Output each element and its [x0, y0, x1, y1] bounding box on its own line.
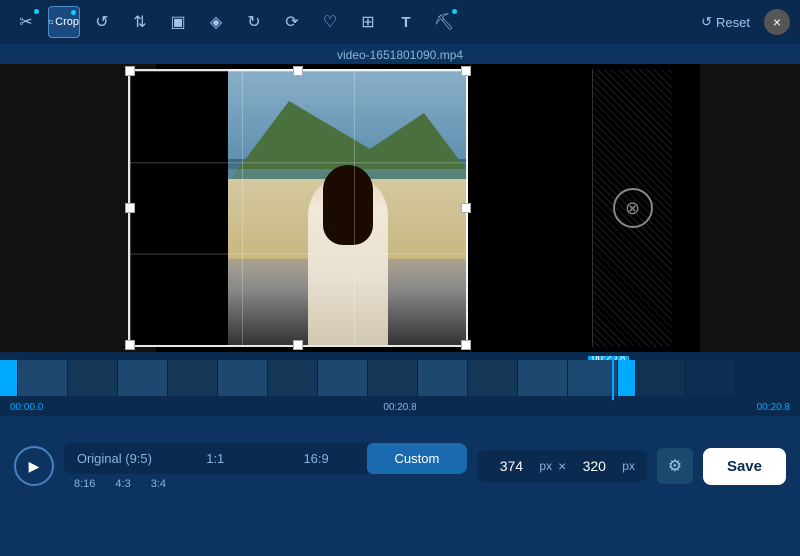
width-input[interactable]: [489, 458, 533, 474]
crop-icon: [49, 14, 53, 30]
timeline-thumb-7: [318, 360, 368, 396]
bottom-controls: ▶ Original (9:5) 1:1 16:9 Custom 8:16 4:…: [0, 416, 800, 516]
audio-tool-btn[interactable]: ◈: [200, 6, 232, 38]
crop-label: Crop: [55, 16, 79, 28]
audio-icon: ◈: [210, 12, 222, 32]
flip-icon: ⇅: [133, 12, 146, 32]
timeline-thumb-3: [118, 360, 168, 396]
undo-icon: ↺: [95, 12, 108, 32]
filename-bar: video-1651801090.mp4: [0, 44, 800, 64]
cut-dot: [34, 9, 39, 14]
flip-tool-btn[interactable]: ⇅: [124, 6, 156, 38]
preset-original-label: Original (9:5): [77, 451, 152, 466]
time-mid: 00:20.8: [383, 402, 416, 413]
reset-label: Reset: [716, 15, 750, 30]
timeline-thumb-6: [268, 360, 318, 396]
loop-tool-btn[interactable]: ⟳: [276, 6, 308, 38]
person-dot: [452, 9, 457, 14]
preset-4-3-btn[interactable]: 4:3: [115, 478, 130, 490]
width-unit-label: px: [539, 459, 552, 473]
media-icon: ⊞: [361, 12, 374, 32]
crop-tool-btn[interactable]: Crop: [48, 6, 80, 38]
height-unit-label: px: [622, 459, 635, 473]
text-icon: T: [401, 14, 410, 31]
close-icon: ×: [773, 14, 781, 30]
timeline-thumb-8: [368, 360, 418, 396]
preset-16-9-btn[interactable]: 16:9: [266, 443, 367, 474]
presets-row1: Original (9:5) 1:1 16:9 Custom: [64, 443, 467, 474]
dimension-separator: ×: [558, 458, 566, 474]
rotate-tool-btn[interactable]: ↻: [238, 6, 270, 38]
timeline-thumb-blank2: [686, 360, 736, 396]
preset-3-4-btn[interactable]: 3:4: [151, 478, 166, 490]
crop-presets: Original (9:5) 1:1 16:9 Custom 8:16 4:3 …: [64, 443, 467, 490]
reset-button[interactable]: ↺ Reset: [693, 10, 758, 34]
timeline-thumb-12: [568, 360, 618, 396]
rotate-icon: ↻: [247, 12, 260, 32]
scene-person-hair: [323, 165, 373, 245]
cut-tool-btn[interactable]: ✂: [10, 6, 42, 38]
timeline-thumb-0: [0, 360, 18, 396]
dimension-controls: px × px: [477, 450, 647, 482]
crop-dot: [71, 10, 76, 15]
scene-person: [308, 175, 388, 345]
timeline-thumb-4: [168, 360, 218, 396]
height-input[interactable]: [572, 458, 616, 474]
save-label: Save: [727, 458, 762, 475]
heart-tool-btn[interactable]: ♡: [314, 6, 346, 38]
settings-icon: ⚙: [668, 456, 682, 476]
watermark-area: ⊗: [592, 69, 672, 347]
timeline-thumb-end: [618, 360, 636, 396]
timeline-times: 00:00.0 00:20.8 00:20.8: [0, 400, 800, 415]
preset-1-1-label: 1:1: [206, 451, 224, 466]
presets-row2: 8:16 4:3 3:4: [64, 478, 467, 490]
cut-icon: ✂: [19, 12, 32, 32]
frame-icon: ▣: [170, 12, 185, 32]
preset-original-btn[interactable]: Original (9:5): [64, 443, 165, 474]
timeline-thumb-9: [418, 360, 468, 396]
toolbar: ✂ Crop ↺ ⇅ ▣ ◈ ↻ ⟳ ♡ ⊞ T ⛏: [0, 0, 800, 44]
settings-button[interactable]: ⚙: [657, 448, 693, 484]
timeline-thumb-2: [68, 360, 118, 396]
timeline-thumb-blank1: [636, 360, 686, 396]
play-icon: ▶: [29, 458, 40, 475]
preset-custom-label: Custom: [395, 451, 440, 466]
timeline-thumb-1: [18, 360, 68, 396]
loop-icon: ⟳: [285, 12, 298, 32]
reset-icon: ↺: [701, 14, 712, 30]
timeline-section: 00:20.8 00:00.0 00:20.8 00:20.8: [0, 352, 800, 416]
filename-text: video-1651801090.mp4: [337, 48, 463, 62]
preset-custom-btn[interactable]: Custom: [367, 443, 468, 474]
video-frame: ⊗: [128, 69, 672, 347]
play-button[interactable]: ▶: [14, 446, 54, 486]
time-start: 00:00.0: [10, 402, 43, 413]
preset-16-9-label: 16:9: [303, 451, 328, 466]
person-tool-btn[interactable]: ⛏: [428, 6, 460, 38]
media-tool-btn[interactable]: ⊞: [352, 6, 384, 38]
text-tool-btn[interactable]: T: [390, 6, 422, 38]
preset-1-1-btn[interactable]: 1:1: [165, 443, 266, 474]
save-button[interactable]: Save: [703, 448, 786, 485]
video-area: ⊗: [0, 64, 800, 352]
heart-icon: ♡: [323, 12, 337, 32]
video-content: [228, 69, 468, 345]
close-button[interactable]: ×: [764, 9, 790, 35]
time-end: 00:20.8: [757, 402, 790, 413]
timeline-thumb-5: [218, 360, 268, 396]
timeline-thumb-10: [468, 360, 518, 396]
preset-8-16-btn[interactable]: 8:16: [74, 478, 95, 490]
timeline-track[interactable]: 00:20.8: [0, 356, 800, 400]
right-black: [700, 64, 800, 352]
undo-tool-btn[interactable]: ↺: [86, 6, 118, 38]
frame-tool-btn[interactable]: ▣: [162, 6, 194, 38]
timeline-thumb-11: [518, 360, 568, 396]
timeline-cursor: [612, 356, 614, 400]
person-icon: ⛏: [434, 12, 454, 32]
watermark-circle: ⊗: [613, 188, 653, 228]
